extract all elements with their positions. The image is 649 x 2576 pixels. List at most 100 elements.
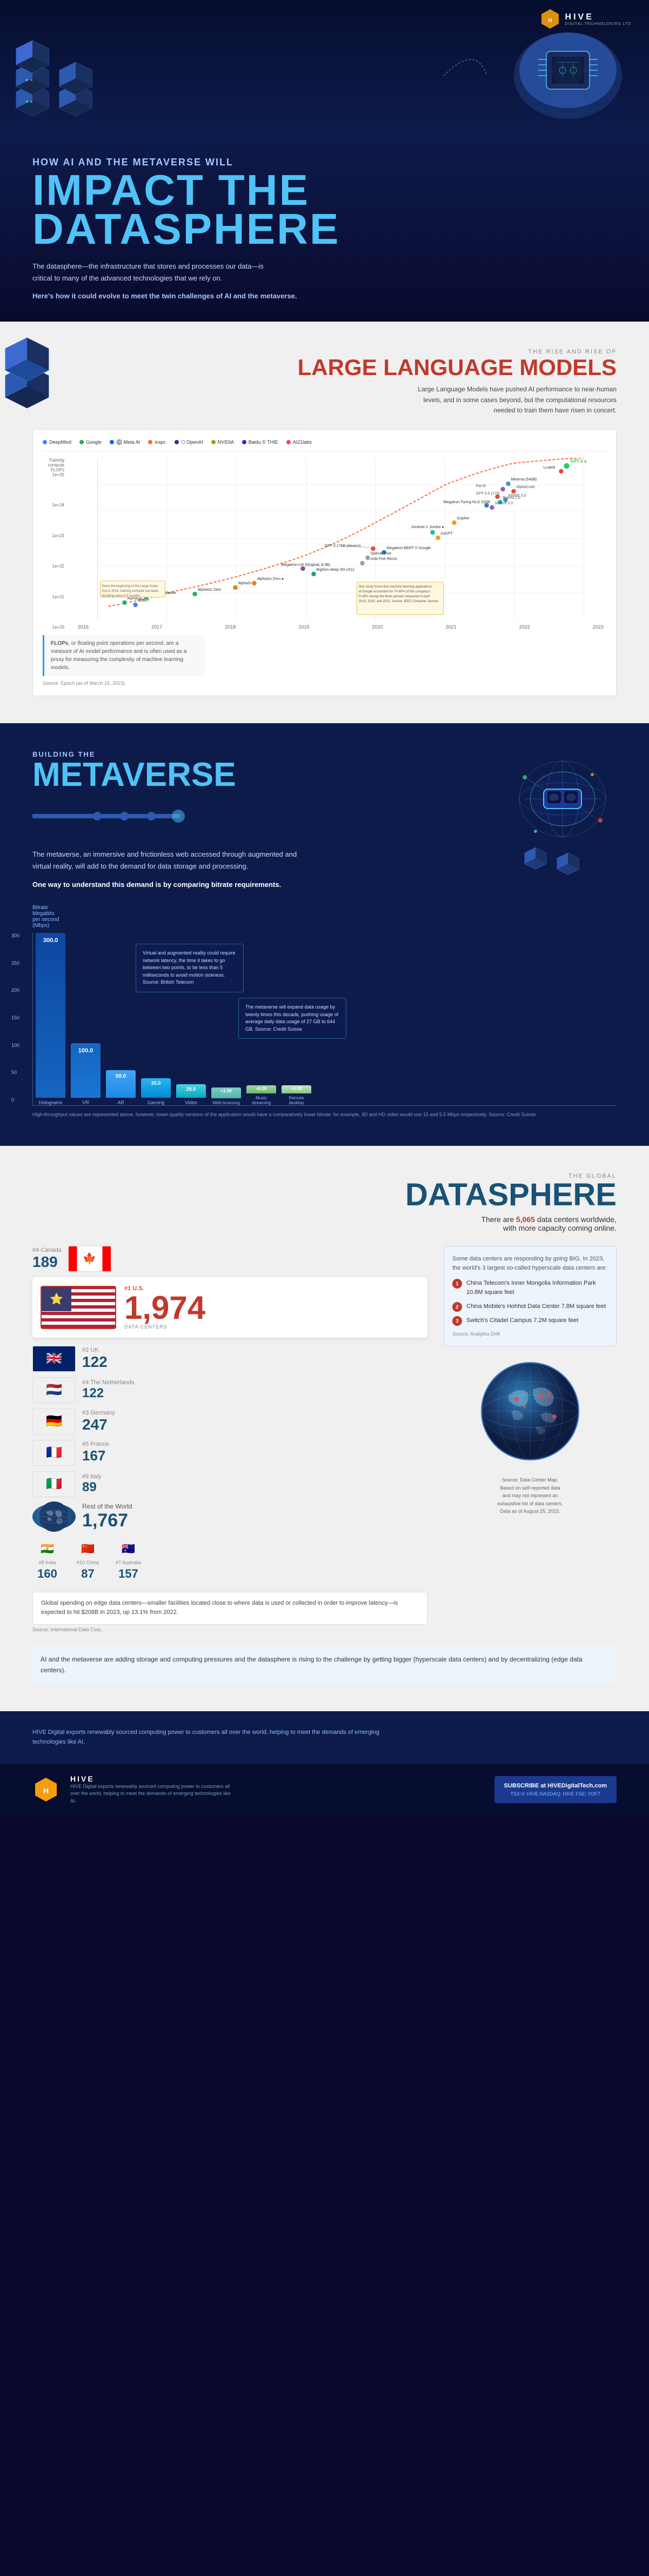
svg-text:GNMT: GNMT — [138, 599, 150, 603]
hive-logo-name: HIVE — [565, 12, 633, 22]
country-us: ⭐ #1 U.S. 1,974 DATA CENTERS — [32, 1277, 427, 1338]
svg-text:Megatron-Turing NLG 530B: Megatron-Turing NLG 530B — [444, 500, 490, 504]
x-axis-2019: 2019 — [298, 624, 309, 630]
chart-y-label: TrainingcomputeFLOPs1e+25 — [48, 458, 64, 477]
svg-text:LLaMA: LLaMA — [544, 466, 556, 470]
hive-logo: H HIVE DIGITAL TECHNOLOGIES LTD. — [539, 8, 633, 30]
logo-nvidia: NVIDIA — [211, 439, 234, 445]
bar-ar: 50.0 AR — [106, 933, 136, 1105]
hyperscale-source: Source: Analytics Drift — [452, 1330, 608, 1338]
company-logos-row: DeepMind Google ©️ Meta AI inspr. ⬡ Open… — [43, 439, 606, 451]
metaverse-section: BUILDING THE METAVERSE The metaverse, an… — [0, 723, 649, 1146]
x-axis-2018: 2018 — [225, 624, 236, 630]
flops-note: FLOPs, or floating point operations per … — [43, 635, 205, 676]
rest-of-world: Rest of the World 1,767 — [32, 1503, 427, 1531]
hero-title: IMPACT THEDATASPHERE — [32, 171, 346, 249]
footer-logo-group: H HIVE HIVE Digital exports renewably so… — [32, 1774, 232, 1805]
svg-text:BigGen-deep SD-v512: BigGen-deep SD-v512 — [317, 568, 355, 572]
svg-text:doubling every 9.9 months.: doubling every 9.9 months. — [102, 595, 141, 598]
metaverse-callout-2: The metaverse will expand data usage by … — [238, 998, 346, 1039]
subscribe-text: SUBSCRIBE at HIVEDigitalTech.com — [504, 1783, 607, 1789]
datasphere-source-note: Source: Data Center Map. Based on self-r… — [444, 1476, 617, 1515]
footer-bottom: H HIVE HIVE Digital exports renewably so… — [0, 1764, 649, 1816]
svg-text:BlairAI 1.0: BlairAI 1.0 — [503, 496, 520, 500]
svg-text:Since the beginning of the Lar: Since the beginning of the Large-Scale — [102, 585, 158, 588]
metaverse-3d-art — [492, 734, 633, 896]
hive-hex-icon: H — [539, 8, 561, 30]
country-china: 🇨🇳 #10 China 87 — [73, 1539, 103, 1581]
datasphere-subtitle: There are 5,065 data centers worldwide,w… — [32, 1215, 617, 1232]
hero-text-container: How AI and the Metaverse will IMPACT THE… — [0, 151, 378, 322]
svg-text:One study found that machine l: One study found that machine learning ap… — [359, 585, 432, 589]
logo-ai21: AI21labs — [286, 439, 312, 445]
hive-desc-footer: HIVE Digital exports renewably sourced c… — [70, 1783, 232, 1805]
svg-text:H: H — [548, 18, 552, 24]
x-axis-2021: 2021 — [446, 624, 457, 630]
svg-text:AlphaGo Zero ●: AlphaGo Zero ● — [257, 577, 284, 581]
closing-note: AI and the metaverse are adding storage … — [32, 1646, 617, 1684]
globe-visualization — [444, 1357, 617, 1465]
hive-logo-tagline: DIGITAL TECHNOLOGIES LTD. — [565, 22, 633, 26]
svg-text:PaLM: PaLM — [476, 484, 486, 488]
metaverse-description: The metaverse, an immersive and friction… — [32, 849, 313, 872]
llm-chart-svg: AlphaGo Lee AlphaGo Master GNMT Since th… — [75, 458, 606, 620]
llm-title: LARGE LANGUAGE MODELS — [130, 355, 617, 380]
svg-text:Source 2.0: Source 2.0 — [495, 502, 513, 505]
datasphere-header: THE GLOBAL DATASPHERE There are 5,065 da… — [32, 1173, 617, 1232]
svg-text:GPT-3.5 (175): GPT-3.5 (175) — [476, 492, 500, 496]
svg-text:AlphaGo Zero: AlphaGo Zero — [198, 588, 222, 592]
svg-text:nuGPT: nuGPT — [441, 532, 453, 536]
logo-meta: ©️ Meta AI — [110, 439, 140, 445]
country-uk: 🇬🇧 #2 UK 122 — [32, 1346, 427, 1372]
hyperscale-item-3: 3 Switch's Citadel Campus 7.2M square fe… — [452, 1316, 608, 1326]
svg-text:at Google accounted for 70-80%: at Google accounted for 70-80% of the co… — [359, 590, 431, 593]
logo-google: Google — [79, 439, 102, 445]
svg-text:OpenAl Five: OpenAl Five — [371, 552, 392, 556]
country-australia: 🇦🇺 #7 Australia 157 — [113, 1539, 143, 1581]
svg-text:H: H — [43, 1786, 49, 1795]
left-server-art — [0, 0, 151, 151]
y-axis-label: BitrateMegabitsper second(Mbps) — [32, 905, 617, 929]
metaverse-callout-1: Virtual and augmented reality could requ… — [136, 944, 244, 992]
country-germany: 🇩🇪 #3 Germany 247 — [32, 1409, 427, 1434]
country-netherlands: 🇳🇱 #4 The Netherlands 122 — [32, 1377, 427, 1403]
hive-name-footer: HIVE — [70, 1774, 232, 1783]
svg-text:Era in 2015, training compute: Era in 2015, training compute has been — [102, 590, 159, 593]
logo-deepmind: DeepMind — [43, 439, 71, 445]
footer-subscribe-box[interactable]: SUBSCRIBE at HIVEDigitalTech.com TSX:V: … — [494, 1776, 617, 1803]
footer-section: HIVE Digital exports renewably sourced c… — [0, 1711, 649, 1764]
svg-text:FLOPs during the three periods: FLOPs during the three periods measured … — [359, 595, 430, 598]
x-axis-2017: 2017 — [151, 624, 162, 630]
svg-text:GPT-4 ●: GPT-4 ● — [571, 459, 587, 464]
svg-text:Jurassic-1 Jumbo ●: Jurassic-1 Jumbo ● — [411, 525, 444, 529]
llm-header: THE RISE AND RISE OF LARGE LANGUAGE MODE… — [130, 349, 617, 416]
bar-vr: 100.0 VR — [71, 933, 101, 1105]
edge-source: Source: International Data Corp. — [32, 1627, 427, 1632]
logo-inspr: inspr. — [148, 439, 166, 445]
globe-svg — [476, 1357, 584, 1465]
svg-text:AlphaCode: AlphaCode — [517, 485, 536, 489]
svg-text:2019, 2020, and 2021. Source:: 2019, 2020, and 2021. Source: IEEE Compu… — [359, 600, 438, 603]
metaverse-title: METAVERSE — [32, 758, 378, 792]
svg-text:Megatron-BERT © Google: Megatron-BERT © Google — [387, 546, 431, 550]
footer-info: HIVE Digital exports renewably sourced c… — [32, 1727, 411, 1747]
hero-description: The datasphere—the infrastructure that s… — [32, 261, 276, 284]
country-canada: #4 Canada 189 🍁 — [32, 1246, 427, 1272]
ticker-text: TSX:V: HIVE NASDAQ: HIVE FSE: YOF7 — [504, 1791, 607, 1797]
llm-section: THE RISE AND RISE OF LARGE LANGUAGE MODE… — [0, 322, 649, 723]
bar-chart-source: High-throughput values are represented a… — [32, 1111, 617, 1119]
x-axis-2020: 2020 — [372, 624, 383, 630]
svg-text:Gopher: Gopher — [457, 517, 470, 520]
logo-openai: ⬡ OpenAI — [175, 439, 203, 445]
bar-holograms: 300.0 Holograms — [36, 933, 65, 1105]
hero-section: H HIVE DIGITAL TECHNOLOGIES LTD. — [0, 0, 649, 322]
pipeline-art — [32, 800, 195, 832]
llm-chart-container: DeepMind Google ©️ Meta AI inspr. ⬡ Open… — [32, 429, 617, 696]
x-axis-2016: 2016 — [78, 624, 89, 630]
x-axis-2023: 2023 — [593, 624, 604, 630]
metaverse-subtitle: One way to understand this demand is by … — [32, 880, 378, 889]
hyperscale-box: Some data centers are responding by goin… — [444, 1246, 617, 1347]
hyperscale-item-1: 1 China Telecom's Inner Mongolia Informa… — [452, 1279, 608, 1298]
chart-source: Source: Epoch (as of March 15, 2023) — [43, 680, 606, 686]
datasphere-section: THE GLOBAL DATASPHERE There are 5,065 da… — [0, 1146, 649, 1711]
